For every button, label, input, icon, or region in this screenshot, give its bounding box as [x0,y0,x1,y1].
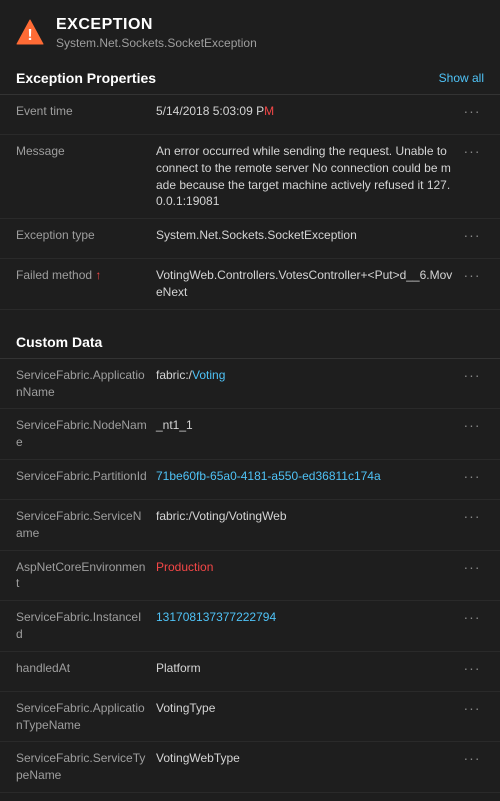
property-key-appname: ServiceFabric.ApplicationName [16,367,156,401]
custom-data-title: Custom Data [16,334,102,350]
more-options-button[interactable]: ··· [460,660,484,676]
property-value-handledat: Platform [156,660,456,677]
property-value-partitionid: 71be60fb-65a0-4181-a550-ed36811c174a [156,468,456,485]
header-text: EXCEPTION System.Net.Sockets.SocketExcep… [56,16,257,50]
property-value-appname: fabric:/Voting [156,367,456,384]
table-row: ServiceFabric.ServiceTypeName VotingWebT… [0,742,500,793]
more-options-button[interactable]: ··· [460,367,484,383]
property-key-partitionid: ServiceFabric.PartitionId [16,468,156,485]
property-key-handledat: handledAt [16,660,156,677]
more-options-button[interactable]: ··· [460,700,484,716]
property-value-exception-type: System.Net.Sockets.SocketException [156,227,456,244]
property-key-nodename: ServiceFabric.NodeName [16,417,156,451]
more-options-button[interactable]: ··· [460,559,484,575]
table-row: ServiceFabric.InstanceId 131708137377222… [0,601,500,652]
property-key-apptypename: ServiceFabric.ApplicationTypeName [16,700,156,734]
property-value-nodename: _nt1_1 [156,417,456,434]
custom-data-header: Custom Data [0,326,500,359]
more-options-button[interactable]: ··· [460,750,484,766]
table-row: ServiceFabric.ApplicationTypeName Voting… [0,692,500,743]
table-row: Event time 5/14/2018 5:03:09 PM ··· [0,95,500,135]
table-row: Message An error occurred while sending … [0,135,500,219]
more-options-button[interactable]: ··· [460,103,484,119]
property-value-apptypename: VotingType [156,700,456,717]
exception-properties-title: Exception Properties [16,70,156,86]
property-value-aspnetenv: Production [156,559,456,576]
property-key-message: Message [16,143,156,160]
property-key-event-time: Event time [16,103,156,120]
property-value-instanceid: 131708137377222794 [156,609,456,626]
property-key-exception-type: Exception type [16,227,156,244]
property-key-failed-method: Failed method ↑ [16,267,156,284]
more-options-button[interactable]: ··· [460,227,484,243]
more-options-button[interactable]: ··· [460,609,484,625]
property-key-aspnetenv: AspNetCoreEnvironment [16,559,156,593]
property-value-event-time: 5/14/2018 5:03:09 PM [156,103,456,120]
table-row: ServiceFabric.NodeName _nt1_1 ··· [0,409,500,460]
more-options-button[interactable]: ··· [460,508,484,524]
table-row: ServiceFabric.ApplicationName fabric:/Vo… [0,359,500,410]
more-options-button[interactable]: ··· [460,143,484,159]
table-row: handledAt Platform ··· [0,652,500,692]
exception-properties-section: Exception Properties Show all Event time… [0,62,500,318]
table-row: ServiceFabric.PartitionId 71be60fb-65a0-… [0,460,500,500]
show-all-link[interactable]: Show all [439,71,484,85]
property-value-servicetypename: VotingWebType [156,750,456,767]
property-value-servicename: fabric:/Voting/VotingWeb [156,508,456,525]
property-value-failed-method: VotingWeb.Controllers.VotesController+<P… [156,267,456,301]
table-row: Failed method ↑ VotingWeb.Controllers.Vo… [0,259,500,310]
exception-subtitle: System.Net.Sockets.SocketException [56,36,257,50]
table-row: ServiceFabric.ServiceName fabric:/Voting… [0,500,500,551]
exception-header: ! EXCEPTION System.Net.Sockets.SocketExc… [0,0,500,62]
more-options-button[interactable]: ··· [460,267,484,283]
svg-text:!: ! [27,27,32,44]
exception-title: EXCEPTION [56,16,257,34]
exception-properties-header: Exception Properties Show all [0,62,500,95]
custom-data-section: Custom Data ServiceFabric.ApplicationNam… [0,326,500,801]
property-value-message: An error occurred while sending the requ… [156,143,456,210]
property-key-servicetypename: ServiceFabric.ServiceTypeName [16,750,156,784]
table-row: Exception type System.Net.Sockets.Socket… [0,219,500,259]
property-key-instanceid: ServiceFabric.InstanceId [16,609,156,643]
more-options-button[interactable]: ··· [460,417,484,433]
more-options-button[interactable]: ··· [460,468,484,484]
warning-icon: ! [16,18,44,46]
property-key-servicename: ServiceFabric.ServiceName [16,508,156,542]
table-row: AspNetCoreEnvironment Production ··· [0,551,500,602]
